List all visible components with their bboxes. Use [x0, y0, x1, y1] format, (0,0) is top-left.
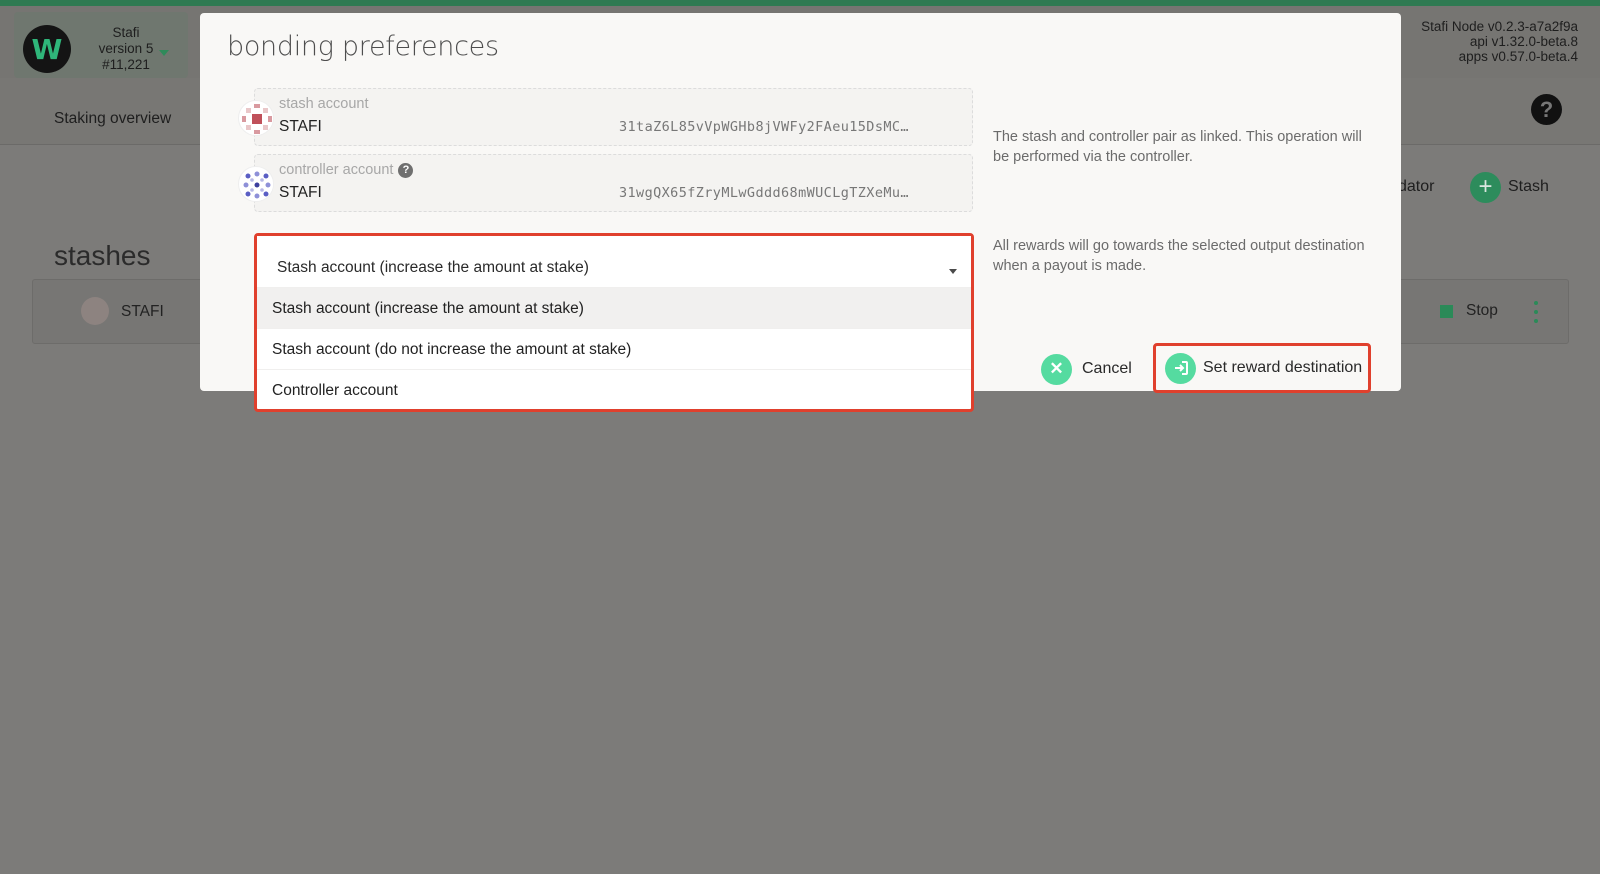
set-reward-destination-button[interactable]: Set reward destination [1153, 343, 1371, 393]
api-version: api v1.32.0-beta.8 [1469, 34, 1578, 49]
avatar [81, 297, 109, 325]
question-icon[interactable]: ? [398, 162, 414, 178]
stash-name: STAFI [121, 303, 164, 320]
reward-help-text: All rewards will go towards the selected… [993, 238, 1365, 274]
dropdown-selected-value[interactable]: Stash account (increase the amount at st… [257, 236, 971, 287]
apps-version: apps v0.57.0-beta.4 [1458, 49, 1578, 64]
block-number: #11,221 [102, 57, 150, 72]
node-version: Stafi Node v0.2.3-a7a2f9a [1421, 19, 1578, 34]
controller-account-avatar [238, 166, 274, 202]
controller-account-address: 31wgQX65fZryMLwGddd68mWUCLgTZXeMu… [619, 185, 909, 201]
close-icon: ✕ [1041, 353, 1072, 385]
reward-destination-dropdown[interactable]: Stash account (increase the amount at st… [254, 233, 974, 412]
add-stash-button[interactable]: + Stash [1470, 171, 1549, 203]
dropdown-option-stash-increase[interactable]: Stash account (increase the amount at st… [257, 287, 971, 328]
controller-account-label-row: controller account ? [279, 162, 414, 178]
stash-account-name: STAFI [279, 118, 322, 135]
dropdown-option-controller[interactable]: Controller account [257, 369, 971, 410]
modal-title: bonding preferences [227, 31, 499, 62]
version-info: Stafi Node v0.2.3-a7a2f9a api v1.32.0-be… [1421, 19, 1578, 64]
stash-account-label: stash account [279, 96, 369, 112]
cancel-label: Cancel [1082, 360, 1132, 377]
stash-account-avatar [238, 100, 274, 136]
chain-selector[interactable]: W Stafi version 5 #11,221 [14, 12, 188, 78]
stash-account-field: stash account STAFI 31taZ6L85vVpWGHb8jVW… [238, 88, 973, 146]
plus-icon: + [1470, 171, 1501, 203]
validator-button[interactable]: dator [1398, 178, 1434, 196]
set-reward-destination-label: Set reward destination [1203, 359, 1363, 376]
dropdown-option-stash-no-increase[interactable]: Stash account (do not increase the amoun… [257, 328, 971, 369]
tab-staking-overview[interactable]: Staking overview [54, 110, 171, 128]
pair-help-text: The stash and controller pair as linked.… [993, 129, 1362, 165]
controller-account-name: STAFI [279, 184, 322, 201]
help-icon[interactable]: ? [1531, 94, 1562, 125]
chevron-down-icon [159, 50, 169, 56]
chain-logo: W [23, 25, 71, 73]
chain-name: Stafi [112, 25, 140, 40]
sign-in-icon [1165, 352, 1196, 384]
stashes-heading: stashes [54, 240, 151, 271]
stop-button[interactable]: Stop [1440, 302, 1498, 320]
chain-info: Stafi version 5 #11,221 [76, 25, 176, 73]
more-options-icon[interactable] [1533, 298, 1539, 326]
stop-icon [1440, 304, 1453, 318]
stash-account-address: 31taZ6L85vVpWGHb8jVWFy2FAeu15DsMC… [619, 119, 909, 135]
controller-account-label: controller account [279, 162, 394, 178]
stop-label: Stop [1466, 302, 1498, 319]
caret-down-icon [949, 269, 957, 274]
add-stash-label: Stash [1508, 178, 1549, 195]
controller-account-field: controller account ? STAFI 31wgQX65fZryM… [238, 154, 973, 212]
cancel-button[interactable]: ✕ Cancel [1041, 353, 1132, 385]
bonding-preferences-modal: bonding preferences stash account STAFI … [200, 13, 1401, 412]
